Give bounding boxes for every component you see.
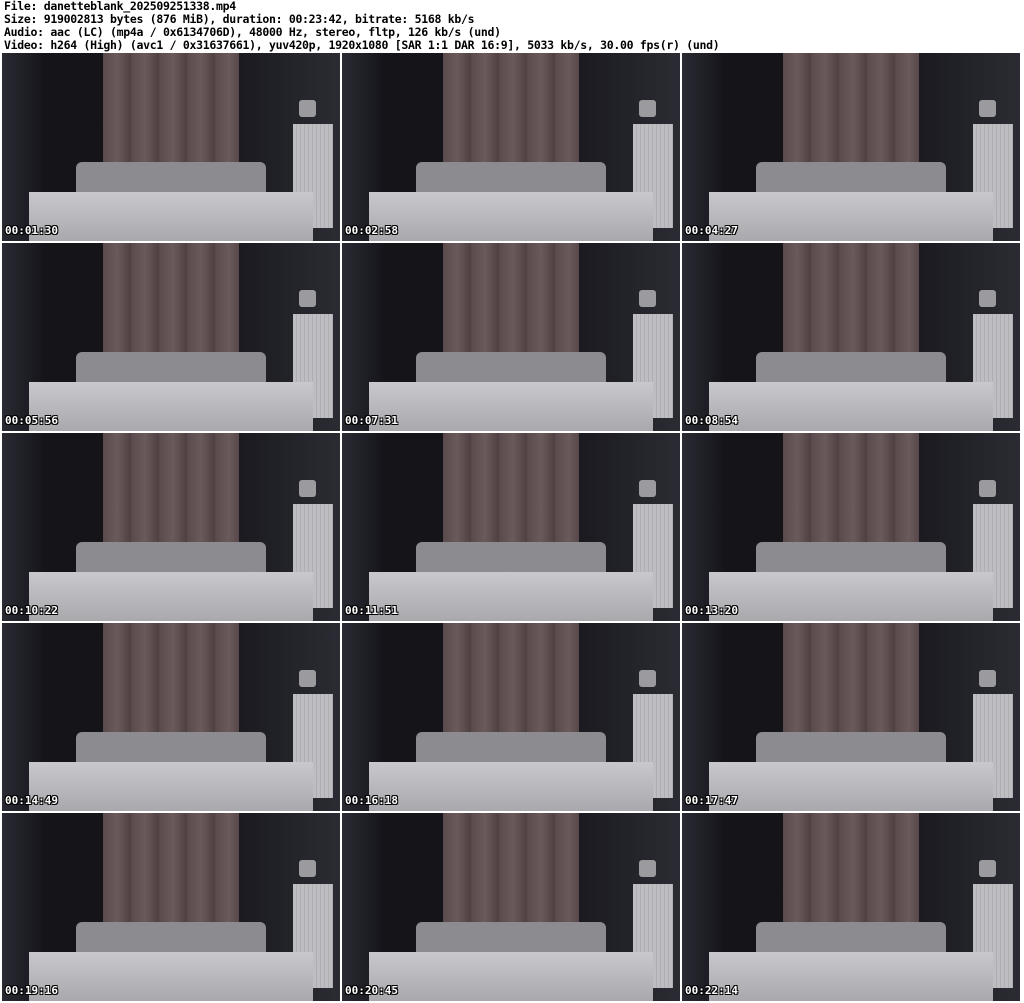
thumbnail-timestamp: 00:19:16	[5, 984, 58, 997]
file-info-header: File: danetteblank_202509251338.mp4 Size…	[4, 0, 720, 52]
video-thumbnail: 00:13:20	[682, 433, 1020, 621]
video-thumbnail: 00:04:27	[682, 53, 1020, 241]
thumbnail-timestamp: 00:07:31	[345, 414, 398, 427]
video-thumbnail: 00:01:30	[2, 53, 340, 241]
video-thumbnail: 00:19:16	[2, 813, 340, 1001]
video-thumbnail: 00:20:45	[342, 813, 680, 1001]
thumbnail-timestamp: 00:20:45	[345, 984, 398, 997]
video-thumbnail: 00:16:18	[342, 623, 680, 811]
video-thumbnail: 00:14:49	[2, 623, 340, 811]
thumbnail-timestamp: 00:22:14	[685, 984, 738, 997]
video-thumbnail: 00:17:47	[682, 623, 1020, 811]
video-thumbnail: 00:11:51	[342, 433, 680, 621]
video-info: Video: h264 (High) (avc1 / 0x31637661), …	[4, 38, 720, 52]
thumbnail-timestamp: 00:08:54	[685, 414, 738, 427]
thumbnail-timestamp: 00:14:49	[5, 794, 58, 807]
video-thumbnail: 00:07:31	[342, 243, 680, 431]
thumbnail-timestamp: 00:13:20	[685, 604, 738, 617]
thumbnail-timestamp: 00:10:22	[5, 604, 58, 617]
thumbnail-timestamp: 00:04:27	[685, 224, 738, 237]
thumbnail-timestamp: 00:01:30	[5, 224, 58, 237]
video-thumbnail: 00:08:54	[682, 243, 1020, 431]
thumbnail-timestamp: 00:17:47	[685, 794, 738, 807]
thumbnail-timestamp: 00:16:18	[345, 794, 398, 807]
video-thumbnail: 00:22:14	[682, 813, 1020, 1001]
thumbnail-timestamp: 00:02:58	[345, 224, 398, 237]
thumbnail-grid: 00:01:30 00:02:58 00:04:27 00:05:56 00:07:31…	[2, 53, 1020, 1001]
video-thumbnail: 00:10:22	[2, 433, 340, 621]
thumbnail-timestamp: 00:05:56	[5, 414, 58, 427]
thumbnail-timestamp: 00:11:51	[345, 604, 398, 617]
video-thumbnail: 00:05:56	[2, 243, 340, 431]
video-thumbnail: 00:02:58	[342, 53, 680, 241]
